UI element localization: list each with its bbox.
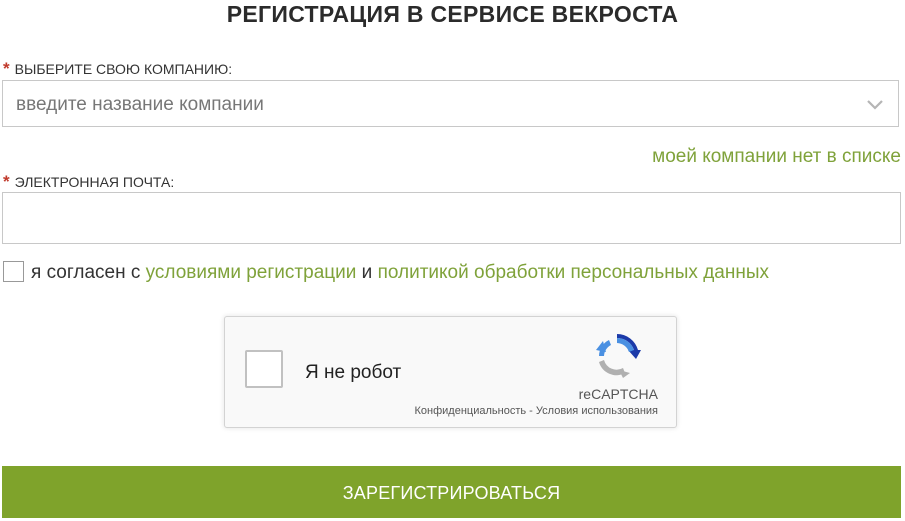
company-label-text: ВЫБЕРИТЕ СВОЮ КОМПАНИЮ: [14, 61, 233, 77]
email-field[interactable] [2, 192, 901, 244]
recaptcha-separator: - [529, 405, 533, 417]
recaptcha-terms: Конфиденциальность - Условия использован… [415, 405, 658, 418]
register-button[interactable]: ЗАРЕГИСТРИРОВАТЬСЯ [2, 466, 901, 518]
company-select[interactable]: введите название компании [2, 80, 899, 127]
recaptcha-privacy-link[interactable]: Конфиденциальность [415, 405, 527, 417]
agreement-checkbox[interactable] [3, 261, 24, 282]
terms-link[interactable]: условиями регистрации [146, 262, 357, 283]
recaptcha-label: Я не робот [305, 362, 402, 383]
recaptcha-brand: reCAPTCHA [578, 386, 658, 402]
page-title: РЕГИСТРАЦИЯ В СЕРВИСЕ ВЕКРОСТА [226, 1, 679, 27]
email-label-text: ЭЛЕКТРОННАЯ ПОЧТА: [14, 174, 175, 190]
privacy-policy-link[interactable]: политикой обработки персональных данных [378, 262, 769, 283]
recaptcha-checkbox[interactable] [245, 350, 283, 388]
agreement-conjunction: и [361, 262, 373, 283]
recaptcha-widget: Я не робот reCAPTCHA Конфиденциальность … [224, 316, 677, 428]
email-label: * ЭЛЕКТРОННАЯ ПОЧТА: [3, 173, 174, 191]
recaptcha-logo-icon [596, 334, 641, 378]
chevron-down-icon [867, 100, 883, 110]
company-label: * ВЫБЕРИТЕ СВОЮ КОМПАНИЮ: [3, 60, 232, 78]
no-company-link[interactable]: моей компании нет в списке [652, 146, 901, 168]
recaptcha-terms-link[interactable]: Условия использования [536, 405, 658, 417]
required-mark: * [3, 59, 10, 78]
agreement-prefix: я согласен с [31, 262, 141, 283]
company-select-placeholder: введите название компании [16, 94, 264, 115]
agreement-row: я согласен с условиями регистрации и пол… [3, 261, 769, 284]
required-mark: * [3, 172, 10, 191]
